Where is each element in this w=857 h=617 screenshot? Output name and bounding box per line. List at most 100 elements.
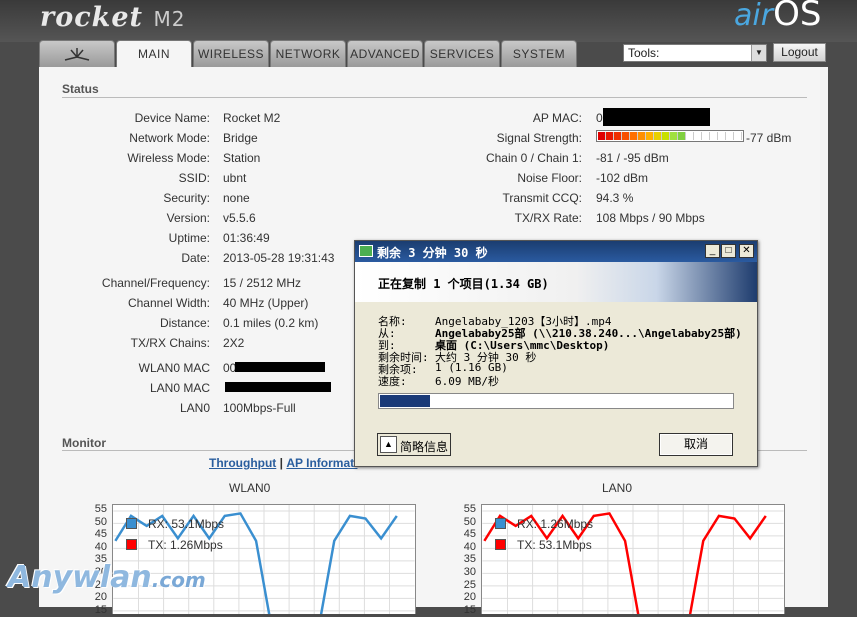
label-noise-floor: Noise Floor:	[517, 171, 582, 185]
signal-segment	[598, 132, 606, 140]
value-device-name: Rocket M2	[223, 111, 281, 125]
ap-information-link[interactable]: AP Informati	[286, 456, 357, 470]
signal-segment	[622, 132, 630, 140]
tab-network[interactable]: NETWORK	[270, 40, 346, 67]
label-signal-strength: Signal Strength:	[496, 131, 582, 145]
value-transmit-ccq: 94.3 %	[596, 191, 634, 205]
maximize-button[interactable]: □	[721, 244, 736, 258]
value-version: v5.5.6	[223, 211, 256, 225]
y-tick-label: 15	[94, 603, 107, 616]
tools-dropdown[interactable]: Tools: ▼	[623, 44, 767, 62]
label-channel-width: Channel Width:	[127, 296, 210, 310]
signal-segment	[726, 132, 734, 140]
tab-advanced[interactable]: ADVANCED	[347, 40, 423, 67]
signal-segment	[614, 132, 622, 140]
signal-segment	[702, 132, 710, 140]
legend-swatch-lan0-rx	[495, 518, 506, 529]
label-lan0: LAN0	[179, 401, 210, 415]
label-uptime: Uptime:	[168, 231, 210, 245]
chart-title-wlan0: WLAN0	[229, 481, 271, 495]
close-button[interactable]: ✕	[739, 244, 754, 258]
tab-ubiquiti-logo[interactable]	[39, 40, 115, 67]
legend-wlan0-tx: TX: 1.26Mbps	[148, 538, 223, 552]
legend-swatch-wlan0-rx	[126, 518, 137, 529]
label-device-name: Device Name:	[134, 111, 210, 125]
dialog-banner: 正在复制 1 个项目(1.34 GB)	[355, 262, 757, 302]
chevron-down-icon[interactable]: ▼	[751, 45, 766, 61]
y-tick-label: 55	[94, 503, 107, 515]
signal-segment	[654, 132, 662, 140]
y-tick-label: 45	[463, 528, 476, 541]
airos-logo: airOS	[734, 0, 822, 34]
cancel-button[interactable]: 取消	[659, 433, 733, 456]
label-transmit-ccq: Transmit CCQ:	[502, 191, 582, 205]
copy-progress-fill	[380, 395, 430, 407]
dialog-titlebar[interactable]: 剩余 3 分钟 30 秒 _ □ ✕	[355, 241, 757, 262]
label-channel-frequency: Channel/Frequency:	[101, 276, 210, 290]
y-tick-label: 45	[94, 528, 107, 541]
anywlan-watermark: Anywlan.com	[8, 560, 206, 595]
signal-segment	[718, 132, 726, 140]
value-chain: -81 / -95 dBm	[596, 151, 669, 165]
signal-segment	[646, 132, 654, 140]
value-ssid: ubnt	[223, 171, 247, 185]
monitor-links: Throughput | AP Informati	[209, 456, 357, 470]
label-ssid: SSID:	[178, 171, 210, 185]
value-speed: 6.09 MB/秒	[435, 375, 499, 388]
status-title: Status	[62, 82, 99, 96]
value-uptime: 01:36:49	[223, 231, 270, 245]
signal-segment	[638, 132, 646, 140]
redaction-ap-mac	[603, 108, 710, 126]
chart-title-lan0: LAN0	[602, 481, 633, 495]
signal-segment	[606, 132, 614, 140]
signal-segment	[670, 132, 678, 140]
legend-swatch-lan0-tx	[495, 539, 506, 550]
copy-progress-dialog: 剩余 3 分钟 30 秒 _ □ ✕ 正在复制 1 个项目(1.34 GB) 名…	[354, 240, 758, 467]
signal-segment	[630, 132, 638, 140]
legend-lan0-tx: TX: 53.1Mbps	[517, 538, 592, 552]
value-channel-width: 40 MHz (Upper)	[223, 296, 309, 310]
tab-services[interactable]: SERVICES	[424, 40, 500, 67]
y-tick-label: 15	[463, 603, 476, 616]
status-divider	[62, 97, 807, 98]
value-network-mode: Bridge	[223, 131, 258, 145]
minimize-button[interactable]: _	[705, 244, 720, 258]
value-signal-strength: -77 dBm	[746, 131, 792, 145]
value-lan0: 100Mbps-Full	[223, 401, 296, 415]
y-tick-label: 55	[463, 503, 476, 515]
value-ap-mac: 0	[596, 111, 603, 125]
label-network-mode: Network Mode:	[129, 131, 210, 145]
value-noise-floor: -102 dBm	[596, 171, 649, 185]
value-date: 2013-05-28 19:31:43	[223, 251, 335, 265]
signal-segment	[710, 132, 718, 140]
tab-main[interactable]: MAIN	[116, 40, 192, 68]
signal-segment	[662, 132, 670, 140]
signal-strength-bar	[596, 130, 744, 142]
dialog-title: 剩余 3 分钟 30 秒	[377, 246, 488, 260]
logout-button[interactable]: Logout	[773, 43, 826, 62]
legend-wlan0-rx: RX: 53.1Mbps	[148, 517, 225, 531]
redaction-wlan0-mac	[235, 362, 325, 372]
signal-segment	[734, 132, 742, 140]
signal-segment	[694, 132, 702, 140]
tools-value: Tools:	[628, 46, 660, 60]
label-speed: 速度:	[378, 375, 407, 388]
throughput-link[interactable]: Throughput	[209, 456, 276, 470]
value-channel-frequency: 15 / 2512 MHz	[223, 276, 302, 290]
tab-wireless[interactable]: WIRELESS	[193, 40, 269, 67]
link-separator: |	[276, 456, 287, 470]
monitor-title: Monitor	[62, 436, 106, 450]
y-tick-label: 30	[463, 566, 476, 578]
tab-system[interactable]: SYSTEM	[501, 40, 577, 67]
copy-summary: 正在复制 1 个项目(1.34 GB)	[378, 277, 549, 291]
copy-icon	[359, 245, 373, 257]
value-txrx-chains: 2X2	[223, 336, 245, 350]
signal-segment	[686, 132, 694, 140]
label-chain: Chain 0 / Chain 1:	[485, 151, 582, 165]
signal-segment	[678, 132, 686, 140]
label-txrx-chains: TX/RX Chains:	[130, 336, 210, 350]
header-bar: rocket M2 airOS	[0, 0, 857, 42]
ubiquiti-logo-icon	[64, 48, 90, 61]
y-tick-label: 35	[463, 553, 476, 566]
less-details-button[interactable]: ▲ 简略信息	[377, 433, 451, 456]
